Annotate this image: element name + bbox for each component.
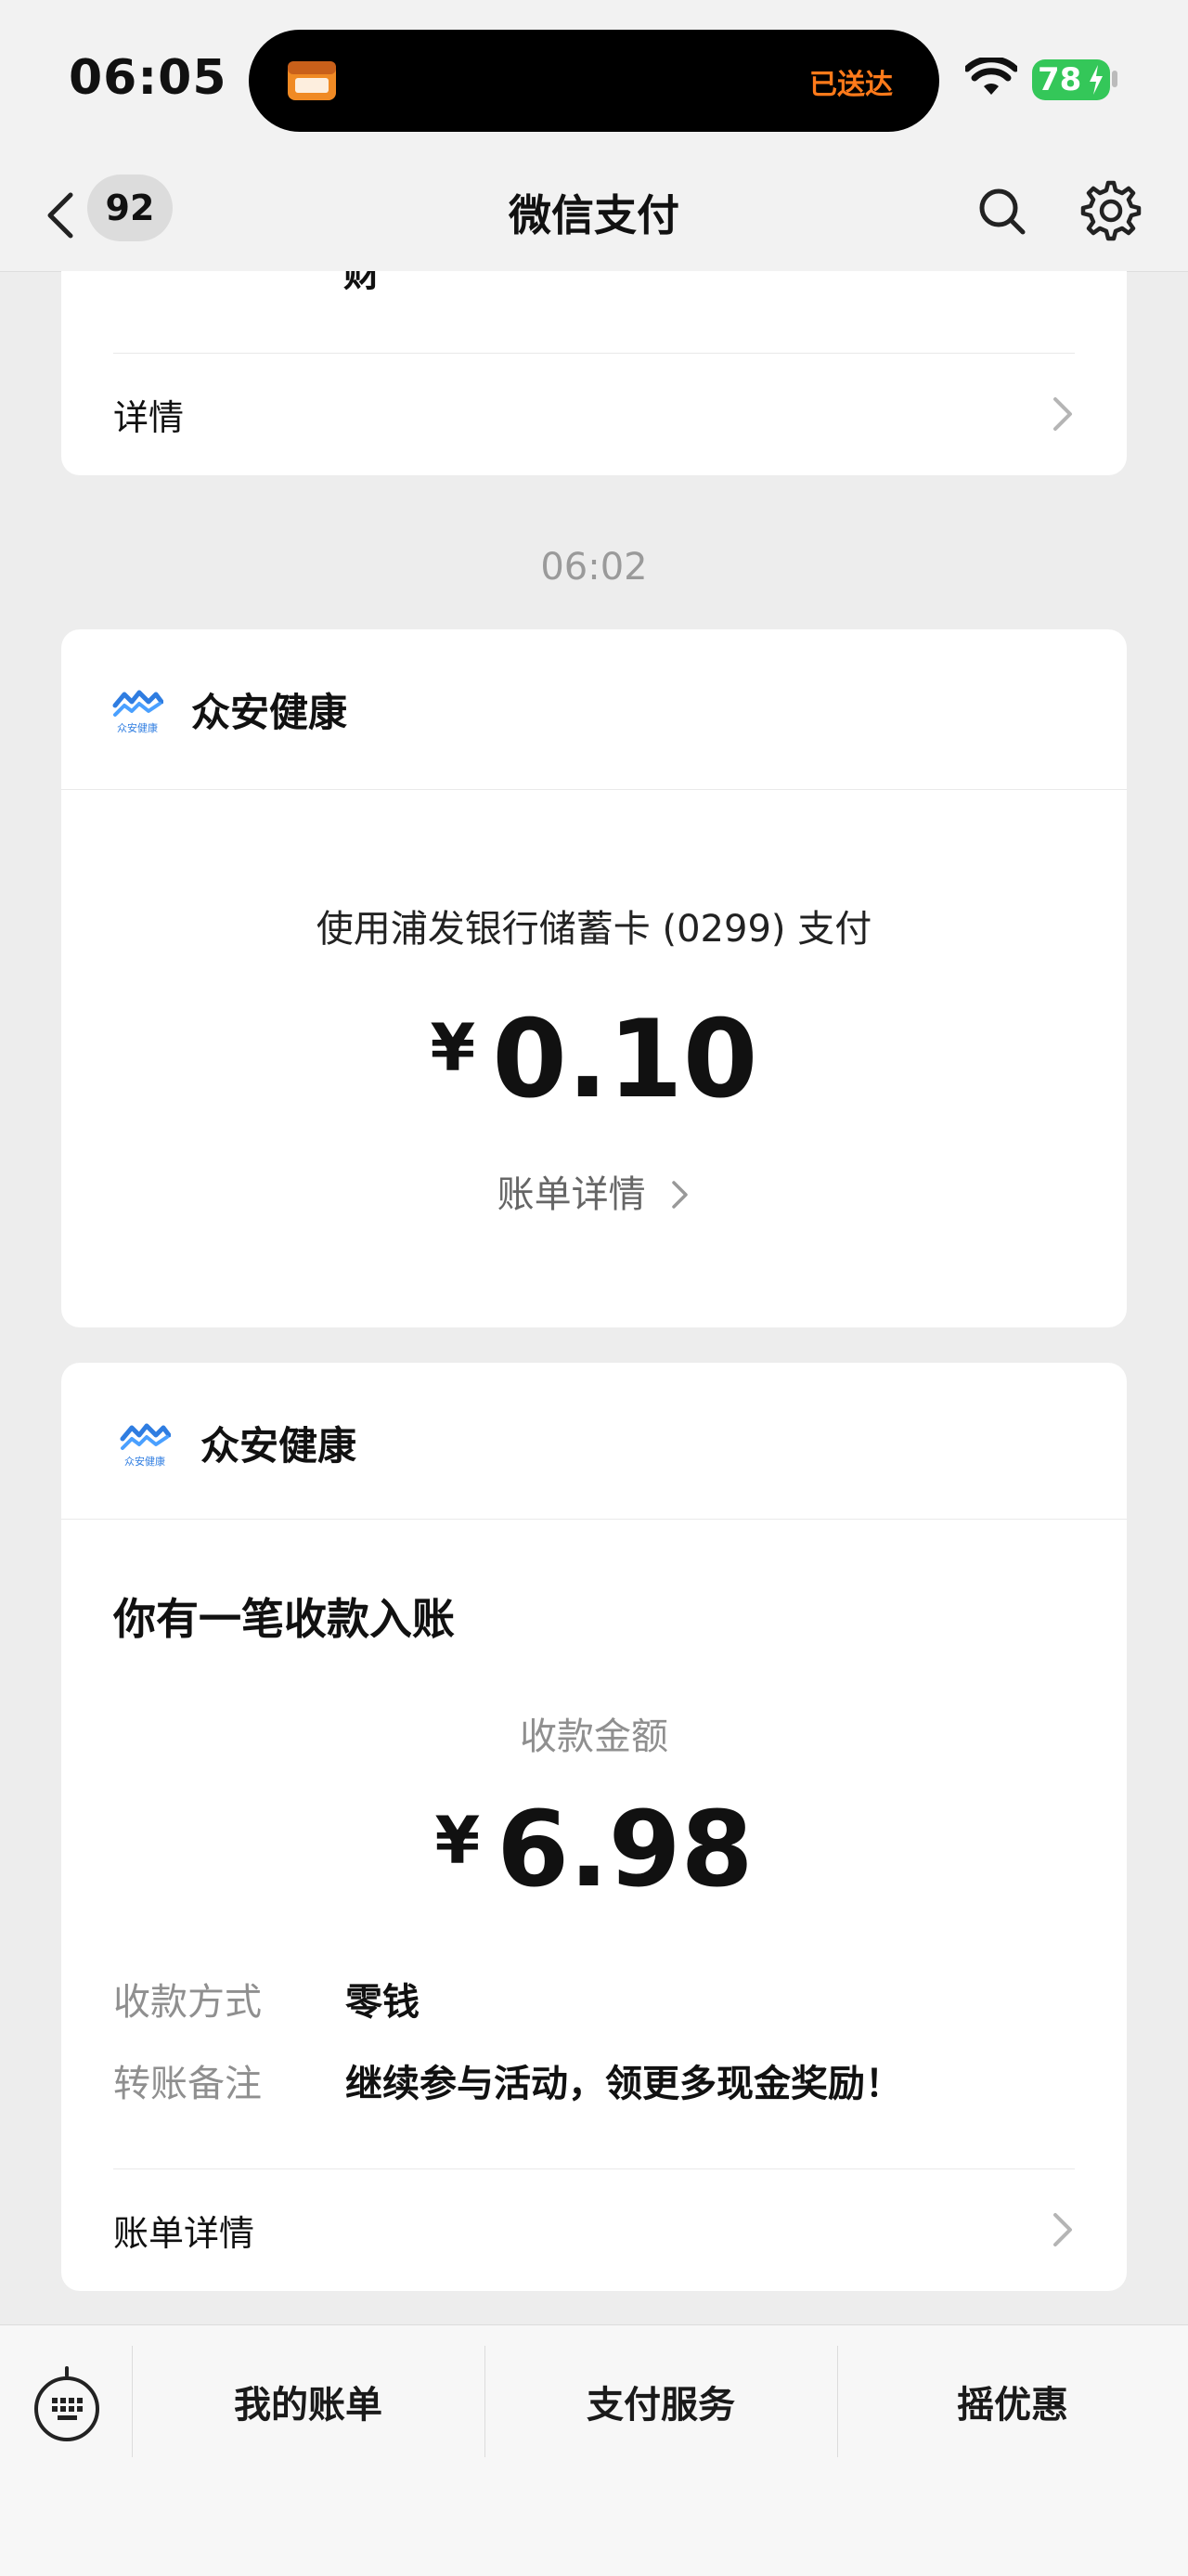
payment-amount: ¥0.10: [61, 997, 1127, 1122]
clock: 06:05: [69, 50, 227, 106]
menu-payment-services[interactable]: 支付服务: [484, 2346, 837, 2457]
chevron-right-icon: [672, 1181, 689, 1209]
details-label: 详情: [113, 396, 185, 438]
battery-icon: 78: [1032, 59, 1110, 100]
details-link[interactable]: 详情: [113, 353, 1075, 475]
nav-bar: 92 微信支付: [0, 158, 1188, 272]
method-value: 零钱: [345, 1981, 420, 2024]
bottom-menu-bar: 我的账单 支付服务 摇优惠: [0, 2324, 1188, 2576]
currency-symbol: ¥: [434, 1803, 481, 1879]
menu-my-bills[interactable]: 我的账单: [132, 2346, 484, 2457]
charging-bolt-icon: [1090, 65, 1103, 95]
wifi-icon: [965, 58, 1017, 95]
note-value: 继续参与活动，领更多现金奖励！: [345, 2063, 902, 2105]
amount-value: 0.10: [492, 997, 758, 1122]
bill-details-label: 账单详情: [497, 1173, 646, 1216]
logo-caption: 众安健康: [117, 721, 158, 733]
merchant-logo: 众安健康: [120, 1423, 171, 1467]
chevron-right-icon: [1053, 2213, 1072, 2246]
payment-card[interactable]: 众安健康 众安健康 使用浦发银行储蓄卡 (0299) 支付 ¥0.10 账单详情: [61, 629, 1127, 1327]
gear-icon[interactable]: [1078, 178, 1143, 243]
receipt-amount: ¥6.98: [61, 1790, 1127, 1910]
bill-details-label: 账单详情: [113, 2212, 255, 2254]
amount-label: 收款金额: [520, 1715, 668, 1758]
delivery-status: 已送达: [809, 69, 893, 101]
payment-method-description: 使用浦发银行储蓄卡 (0299) 支付: [316, 908, 872, 951]
logo-caption: 众安健康: [124, 1455, 165, 1467]
message-timestamp: 06:02: [540, 546, 648, 589]
note-label: 转账备注: [113, 2063, 262, 2105]
currency-symbol: ¥: [430, 1010, 476, 1086]
status-bar: 06:05 已送达 78: [0, 0, 1188, 158]
app-icon: [288, 61, 336, 100]
battery-cap: [1112, 71, 1117, 87]
keyboard-icon[interactable]: [32, 2364, 102, 2444]
receipt-card[interactable]: 众安健康 众安健康 你有一笔收款入账 收款金额 ¥6.98 收款方式 零钱 转账…: [61, 1363, 1127, 2291]
amount-value: 6.98: [497, 1790, 754, 1910]
dynamic-island[interactable]: 已送达: [249, 30, 939, 132]
chevron-right-icon: [1053, 397, 1072, 431]
merchant-name: 众安健康: [191, 690, 348, 735]
menu-shake-deals[interactable]: 摇优惠: [837, 2346, 1188, 2457]
search-icon[interactable]: [973, 182, 1032, 241]
merchant-name: 众安健康: [200, 1423, 357, 1469]
method-label: 收款方式: [113, 1981, 262, 2024]
bill-details-link[interactable]: 账单详情: [113, 2168, 1075, 2291]
bill-details-link[interactable]: 账单详情: [61, 1164, 1127, 1218]
previous-message-card: 财 详情: [61, 271, 1127, 475]
merchant-logo: 众安健康: [112, 690, 163, 733]
receipt-heading: 你有一笔收款入账: [113, 1594, 455, 1644]
battery-level: 78: [1038, 61, 1082, 98]
cut-off-text: 财: [343, 271, 381, 295]
divider: [61, 1519, 1127, 1520]
divider: [61, 789, 1127, 790]
